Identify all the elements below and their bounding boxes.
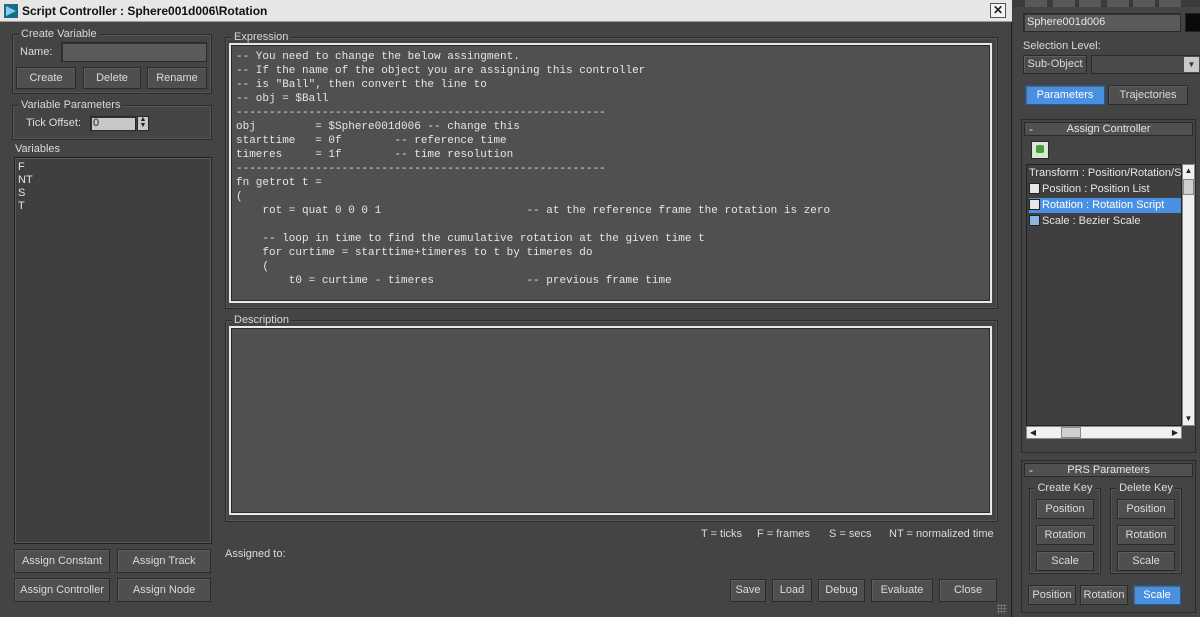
- sub-object-dropdown[interactable]: ▼: [1091, 55, 1200, 74]
- create-key-position-button[interactable]: Position: [1036, 499, 1094, 519]
- chevron-down-icon: ▼: [1184, 57, 1199, 72]
- assigned-to-label: Assigned to:: [225, 548, 286, 560]
- delete-key-scale-button[interactable]: Scale: [1117, 551, 1175, 571]
- modify-tab-icon[interactable]: [1053, 0, 1075, 7]
- resize-grip-icon[interactable]: [997, 604, 1007, 614]
- variables-label: Variables: [15, 143, 61, 155]
- tick-offset-input[interactable]: 0: [90, 116, 136, 131]
- scroll-right-icon[interactable]: ▶: [1169, 427, 1181, 438]
- tree-horizontal-scrollbar[interactable]: ◀ ▶: [1026, 426, 1182, 439]
- delete-key-rotation-button[interactable]: Rotation: [1117, 525, 1175, 545]
- close-icon[interactable]: ✕: [990, 3, 1006, 18]
- delete-key-position-button[interactable]: Position: [1117, 499, 1175, 519]
- scroll-down-icon[interactable]: ▼: [1183, 413, 1194, 425]
- expression-editor[interactable]: -- You need to change the below assingme…: [231, 45, 990, 301]
- prs-position-tab[interactable]: Position: [1028, 585, 1076, 605]
- create-key-group: Create Key Position Rotation Scale: [1029, 482, 1101, 574]
- prs-parameters-header[interactable]: - PRS Parameters: [1024, 463, 1193, 477]
- tree-item-label: Transform : Position/Rotation/Scale: [1029, 167, 1182, 179]
- prs-rotation-tab[interactable]: Rotation: [1080, 585, 1128, 605]
- name-label: Name:: [20, 46, 53, 58]
- assign-node-button[interactable]: Assign Node: [117, 578, 211, 602]
- scroll-left-icon[interactable]: ◀: [1027, 427, 1039, 438]
- variable-parameters-label: Variable Parameters: [19, 99, 123, 111]
- app-icon: [4, 4, 18, 18]
- script-controller-icon: [1029, 199, 1040, 210]
- create-variable-label: Create Variable: [19, 28, 99, 40]
- object-name-field[interactable]: Sphere001d006: [1023, 13, 1181, 32]
- command-panel: Sphere001d006 Selection Level: Sub-Objec…: [1013, 0, 1200, 617]
- assign-controller-icon[interactable]: [1031, 141, 1049, 159]
- tree-item-label: Scale : Bezier Scale: [1042, 215, 1141, 227]
- list-item[interactable]: F: [18, 161, 208, 174]
- delete-button[interactable]: Delete: [83, 67, 141, 89]
- scroll-thumb[interactable]: [1183, 179, 1194, 195]
- sub-object-button[interactable]: Sub-Object: [1023, 55, 1087, 74]
- selection-level-label: Selection Level:: [1023, 40, 1101, 52]
- expression-code: -- You need to change the below assingme…: [236, 51, 831, 287]
- list-item[interactable]: NT: [18, 174, 208, 187]
- assign-controller-rollout: - Assign Controller Transform : Position…: [1021, 119, 1196, 453]
- motion-tab-icon[interactable]: [1107, 0, 1129, 7]
- list-controller-icon: [1029, 183, 1040, 194]
- description-label: Description: [232, 314, 292, 326]
- prs-parameters-rollout: - PRS Parameters Create Key Position Rot…: [1021, 460, 1196, 613]
- assign-track-button[interactable]: Assign Track: [117, 549, 211, 573]
- tick-offset-label: Tick Offset:: [26, 117, 82, 129]
- debug-button[interactable]: Debug: [818, 579, 865, 602]
- title-bar: Script Controller : Sphere001d006\Rotati…: [0, 0, 1012, 22]
- variable-name-input[interactable]: [61, 42, 207, 62]
- tree-item-scale[interactable]: Scale : Bezier Scale: [1029, 214, 1140, 229]
- object-color-swatch[interactable]: [1185, 13, 1200, 32]
- prs-parameters-title: PRS Parameters: [1067, 464, 1150, 476]
- expression-label: Expression: [232, 31, 291, 43]
- window-title: Script Controller : Sphere001d006\Rotati…: [22, 4, 268, 18]
- bezier-controller-icon: [1029, 215, 1040, 226]
- create-tab-icon[interactable]: [1025, 0, 1047, 7]
- assign-constant-button[interactable]: Assign Constant: [14, 549, 110, 573]
- create-key-scale-button[interactable]: Scale: [1036, 551, 1094, 571]
- rename-button[interactable]: Rename: [147, 67, 207, 89]
- legend-ticks: T = ticks: [701, 528, 743, 540]
- scroll-up-icon[interactable]: ▲: [1183, 165, 1194, 177]
- tree-item-label: Position : Position List: [1042, 183, 1150, 195]
- tree-item-position[interactable]: Position : Position List: [1029, 182, 1150, 197]
- description-editor[interactable]: [231, 328, 990, 513]
- tree-vertical-scrollbar[interactable]: ▲ ▼: [1182, 164, 1195, 426]
- prs-scale-tab[interactable]: Scale: [1133, 585, 1181, 605]
- delete-key-group: Delete Key Position Rotation Scale: [1110, 482, 1182, 574]
- utilities-tab-icon[interactable]: [1159, 0, 1181, 7]
- tick-offset-spinner[interactable]: ▲ ▼: [137, 116, 149, 131]
- create-button[interactable]: Create: [16, 67, 76, 89]
- scroll-thumb[interactable]: [1061, 427, 1081, 438]
- tree-item-label: Rotation : Rotation Script: [1042, 199, 1165, 211]
- close-button[interactable]: Close: [939, 579, 997, 602]
- assign-controller-header[interactable]: - Assign Controller: [1024, 122, 1193, 136]
- save-button[interactable]: Save: [730, 579, 766, 602]
- display-tab-icon[interactable]: [1133, 0, 1155, 7]
- legend-secs: S = secs: [829, 528, 872, 540]
- tab-parameters[interactable]: Parameters: [1025, 85, 1105, 105]
- create-key-rotation-button[interactable]: Rotation: [1036, 525, 1094, 545]
- legend-normalized-time: NT = normalized time: [889, 528, 994, 540]
- tree-item-rotation[interactable]: Rotation : Rotation Script: [1029, 198, 1181, 213]
- legend-frames: F = frames: [757, 528, 810, 540]
- load-button[interactable]: Load: [772, 579, 812, 602]
- variables-list[interactable]: F NT S T: [14, 157, 212, 544]
- assign-controller-button[interactable]: Assign Controller: [14, 578, 110, 602]
- tab-trajectories[interactable]: Trajectories: [1108, 85, 1188, 105]
- controller-tree[interactable]: Transform : Position/Rotation/Scale Posi…: [1026, 164, 1182, 426]
- create-key-label: Create Key: [1035, 482, 1095, 494]
- evaluate-button[interactable]: Evaluate: [871, 579, 933, 602]
- hierarchy-tab-icon[interactable]: [1079, 0, 1101, 7]
- assign-controller-title: Assign Controller: [1066, 123, 1151, 135]
- tree-item-transform[interactable]: Transform : Position/Rotation/Scale: [1029, 166, 1182, 181]
- delete-key-label: Delete Key: [1117, 482, 1175, 494]
- list-item[interactable]: S: [18, 187, 208, 200]
- script-controller-dialog: Script Controller : Sphere001d006\Rotati…: [0, 0, 1012, 617]
- list-item[interactable]: T: [18, 200, 208, 213]
- panel-tab-strip: [1013, 0, 1200, 7]
